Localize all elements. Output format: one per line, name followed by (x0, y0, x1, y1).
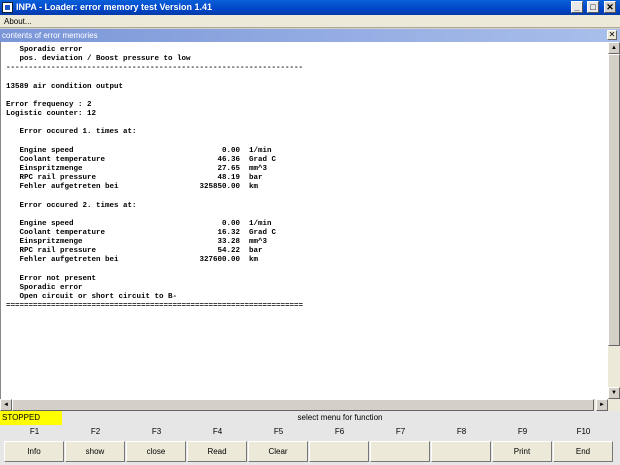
content-line: Fehler aufgetreten bei 327600.00 km (6, 256, 259, 265)
content-line: RPC rail pressure 48.19 bar (6, 174, 263, 183)
fkey-label-f2: F2 (90, 427, 101, 436)
f1-info-button[interactable]: Info (4, 441, 64, 462)
content-line: Sporadic error (6, 283, 83, 292)
horizontal-scrollbar[interactable]: ◄ ► (0, 399, 620, 411)
fkey-label-f4: F4 (212, 427, 223, 436)
status-state: STOPPED (0, 411, 62, 425)
f5-clear-button[interactable]: Clear (248, 441, 308, 462)
content-line: Error occured 1. times at: (6, 128, 137, 137)
f6-button[interactable] (309, 441, 369, 462)
f4-read-button[interactable]: Read (187, 441, 247, 462)
close-button[interactable]: ✕ (604, 1, 616, 13)
title-bar: INPA - Loader: error memory test Version… (0, 0, 620, 15)
fkey-label-f10: F10 (576, 427, 591, 436)
content-line: Coolant temperature 46.36 Grad C (6, 155, 277, 164)
app-icon[interactable] (2, 2, 13, 13)
f2-show-button[interactable]: show (65, 441, 125, 462)
content-line: Error frequency : 2 (6, 100, 92, 109)
fkey-label-f9: F9 (517, 427, 528, 436)
vertical-scroll-thumb[interactable] (608, 54, 620, 346)
panel-title: contents of error memories (2, 31, 98, 40)
minimize-button[interactable]: _ (571, 1, 583, 13)
status-bar: STOPPED select menu for function (0, 411, 620, 425)
f8-button[interactable] (431, 441, 491, 462)
scroll-right-button[interactable]: ► (596, 399, 608, 411)
function-key-labels: F1 F2 F3 F4 F5 F6 F7 F8 F9 F10 (0, 425, 620, 440)
content-line: Engine speed 0.00 1/min (6, 146, 272, 155)
content-line: RPC rail pressure 54.22 bar (6, 247, 263, 256)
content-line: ========================================… (6, 302, 304, 311)
menu-item-about[interactable]: About... (2, 16, 34, 27)
maximize-button[interactable]: □ (587, 1, 599, 13)
f3-close-button[interactable]: close (126, 441, 186, 462)
status-message: select menu for function (297, 413, 383, 422)
content-line: Error not present (6, 274, 97, 283)
content-line: Error occured 2. times at: (6, 201, 137, 210)
content-line: Fehler aufgetreten bei 325850.00 km (6, 183, 259, 192)
content-line: Einspritzmenge 33.28 mm^3 (6, 238, 268, 247)
fkey-label-f3: F3 (151, 427, 162, 436)
f9-print-button[interactable]: Print (492, 441, 552, 462)
fkey-label-f7: F7 (395, 427, 406, 436)
fkey-label-f8: F8 (456, 427, 467, 436)
f7-button[interactable] (370, 441, 430, 462)
menu-bar: About... (0, 15, 620, 28)
content-line: ----------------------------------------… (6, 64, 304, 73)
window-title: INPA - Loader: error memory test Version… (16, 2, 213, 12)
fkey-label-f6: F6 (334, 427, 345, 436)
scroll-down-button[interactable]: ▼ (608, 387, 620, 399)
content-line: Engine speed 0.00 1/min (6, 219, 272, 228)
content-line: Coolant temperature 16.32 Grad C (6, 229, 277, 237)
error-memory-text: Sporadic error pos. deviation / Boost pr… (0, 42, 608, 399)
function-key-bar: Info show close Read Clear Print End (0, 440, 620, 465)
horizontal-scroll-thumb[interactable] (12, 399, 594, 411)
content-line: Logistic counter: 12 (6, 110, 97, 119)
content-line: Open circuit or short circuit to B- (6, 293, 178, 302)
content-line: 13589 air condition output (6, 82, 124, 91)
panel-title-bar: contents of error memories ✕ (0, 29, 620, 42)
panel-close-button[interactable]: ✕ (607, 30, 617, 40)
fkey-label-f1: F1 (29, 427, 40, 436)
content-line: Einspritzmenge 27.65 mm^3 (6, 164, 268, 173)
content-line: Sporadic error (6, 46, 83, 54)
fkey-label-f5: F5 (273, 427, 284, 436)
vertical-scrollbar[interactable]: ▲ ▼ (608, 42, 620, 399)
content-line: pos. deviation / Boost pressure to low (6, 55, 191, 64)
scroll-up-button[interactable]: ▲ (608, 42, 620, 54)
scroll-left-button[interactable]: ◄ (0, 399, 12, 411)
f10-end-button[interactable]: End (553, 441, 613, 462)
